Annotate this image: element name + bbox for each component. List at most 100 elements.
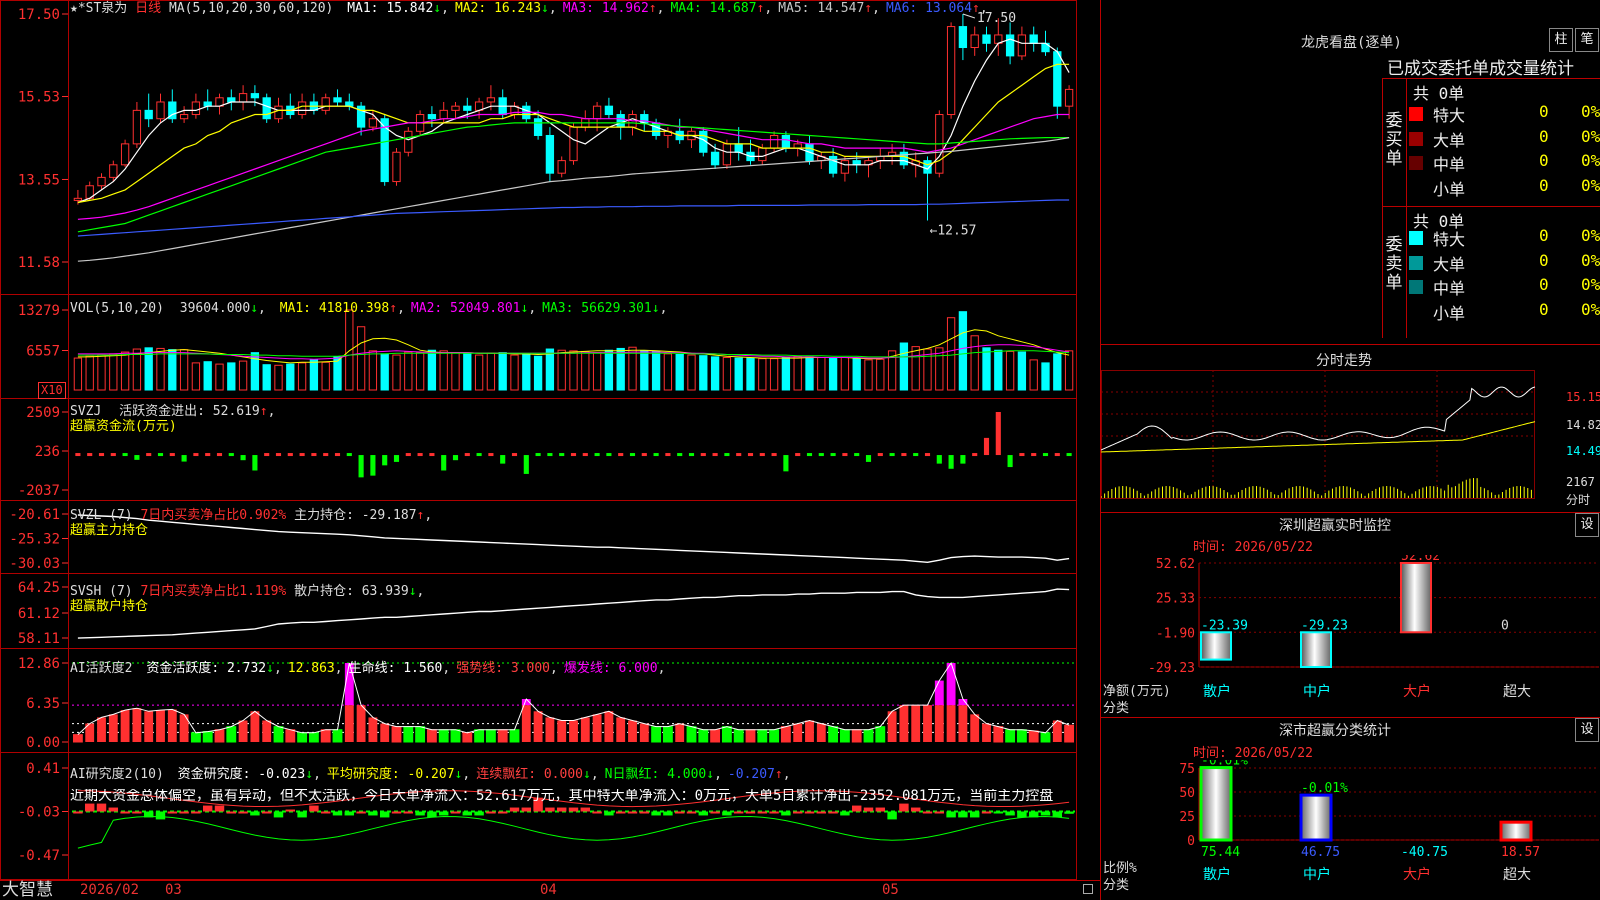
- candle-body-77: [982, 34, 991, 44]
- ai2-bar-74: [946, 705, 956, 742]
- svzj-bar-39: [535, 453, 541, 457]
- tick-mode-button[interactable]: 笔: [1575, 28, 1599, 52]
- vol-bar-31: [439, 350, 448, 391]
- ai2-bar-17: [273, 726, 284, 743]
- vol-bar-78: [994, 349, 1003, 391]
- ai2-item-1: 12.863: [287, 661, 335, 676]
- air-arrow-3: ↓: [706, 767, 715, 782]
- sell-side-label: 委卖单: [1385, 235, 1403, 293]
- szm-value-label-0: -23.39: [1201, 618, 1248, 633]
- air-bar-52: [686, 811, 697, 814]
- svzj-bar-69: [889, 453, 895, 457]
- candle-body-22: [333, 97, 342, 103]
- ai2-bar-67: [863, 729, 874, 743]
- ai2-bar-top-73: [934, 680, 944, 706]
- vol-bar-28: [404, 351, 413, 391]
- svzj-bar-82: [1042, 453, 1049, 457]
- vol-bar-56: [734, 357, 743, 391]
- vol-bar-59: [769, 358, 779, 391]
- air-name: AI研究度2(10): [70, 767, 164, 782]
- vol-bar-20: [309, 359, 319, 391]
- ai2-bar-60: [780, 726, 791, 743]
- ai2-bar-48: [639, 723, 649, 742]
- szm-svg-ytick-3: -29.23: [1148, 661, 1195, 676]
- stock-name: ★*ST泉为: [70, 1, 128, 16]
- ai-research-note: 近期大资金总体偏空，虽有异动，但不太活跃，今日大单净流入：52.617万元，其中…: [70, 789, 1054, 804]
- svzj-bar-77: [983, 437, 990, 456]
- svzj-bar-65: [842, 453, 848, 457]
- svzj-bar-52: [688, 453, 695, 457]
- row-name: 特大: [1433, 106, 1466, 125]
- szm-category-3: 超大: [1503, 684, 1531, 700]
- candle-body-2: [97, 176, 106, 187]
- candle-body-58: [758, 147, 767, 162]
- air-bar-71: [910, 807, 921, 812]
- sz-class-chart: 75 50 25 0 -0.01% 75.44 散户 -0.01% 46.75 中户 -40.75 大…: [1179, 760, 1599, 883]
- candle-body-30: [427, 114, 437, 120]
- candle-body-25: [368, 118, 378, 128]
- svzj-bar-5: [134, 455, 140, 460]
- air-bar-66: [851, 805, 862, 812]
- svzl-name: SVZL (7): [70, 508, 133, 523]
- air-bar-43: [580, 807, 591, 812]
- svzj-bar-50: [665, 453, 671, 457]
- candle-body-21: [321, 97, 330, 111]
- ai2-bar-23: [344, 705, 354, 742]
- ai2-bar-21: [320, 729, 331, 743]
- svzj-name: SVZJ: [70, 404, 102, 419]
- row-percent: 0%: [1581, 299, 1600, 319]
- vol-bar-7: [156, 347, 165, 391]
- svzj-bar-20: [311, 453, 317, 457]
- air-ytick-2: -0.47: [18, 848, 60, 864]
- ai2-bar-6: [144, 711, 154, 742]
- szc-svg-ytick-2: 25: [1179, 810, 1195, 825]
- svzj-bar-4: [122, 453, 128, 457]
- air-bar-20: [309, 805, 319, 812]
- air-bar-82: [1040, 811, 1051, 816]
- air-bar-65: [840, 811, 850, 816]
- bar-mode-button[interactable]: 柱: [1549, 28, 1573, 52]
- candle-body-19: [297, 101, 307, 116]
- szm-category-0: 散户: [1203, 683, 1231, 700]
- candle-body-17: [274, 105, 283, 120]
- sz-monitor-title: 深圳超赢实时监控: [1279, 518, 1391, 534]
- candle-body-14: [238, 93, 248, 103]
- vol-bar-74: [946, 317, 956, 391]
- ai2-bar-75: [958, 705, 968, 742]
- air-bar-31: [438, 811, 449, 816]
- candle-body-45: [604, 105, 614, 116]
- szm-value-label-1: -29.23: [1301, 618, 1348, 633]
- svzj-bar-84: [1066, 453, 1072, 457]
- ai2-bar-11: [202, 731, 213, 743]
- air-bar-5: [132, 811, 142, 814]
- sell-rows-row-3: 小单 0 0%: [1409, 300, 1600, 324]
- svzj-bar-21: [323, 453, 329, 457]
- vol-bar-63: [817, 356, 826, 391]
- period-label: 日线: [135, 1, 162, 16]
- candle-body-16: [262, 97, 271, 120]
- sz-class-settings-button[interactable]: 设: [1575, 718, 1599, 742]
- ai2-bar-18: [285, 729, 296, 743]
- ai2-bar-37: [509, 729, 520, 743]
- vol-bar-8: [168, 349, 177, 391]
- candle-body-15: [250, 93, 260, 99]
- air-ytick-1: -0.03: [18, 805, 60, 821]
- svsh-sub: 超赢散户持仓: [70, 599, 149, 614]
- vol-bar-24: [356, 326, 366, 391]
- vol-bar-49: [651, 350, 661, 391]
- air-bar-42: [568, 807, 579, 812]
- ai2-bar-72: [923, 705, 932, 742]
- lock-icon[interactable]: [1083, 884, 1093, 894]
- svzj-bar-60: [783, 455, 789, 472]
- sz-class-date: 时间: 2026/05/22: [1193, 746, 1313, 761]
- ai2-bar-71: [911, 705, 921, 742]
- svzj-bar-55: [724, 453, 730, 457]
- sz-monitor-settings-button[interactable]: 设: [1575, 513, 1599, 537]
- candle-body-59: [769, 134, 779, 149]
- vol-bar-33: [463, 353, 472, 391]
- air-bar-73: [934, 811, 945, 814]
- sell-rows-row-1: 大单 0 0%: [1409, 251, 1600, 275]
- vol-bar-51: [675, 353, 684, 391]
- candle-body-5: [132, 109, 142, 145]
- candle-body-80: [1017, 34, 1027, 57]
